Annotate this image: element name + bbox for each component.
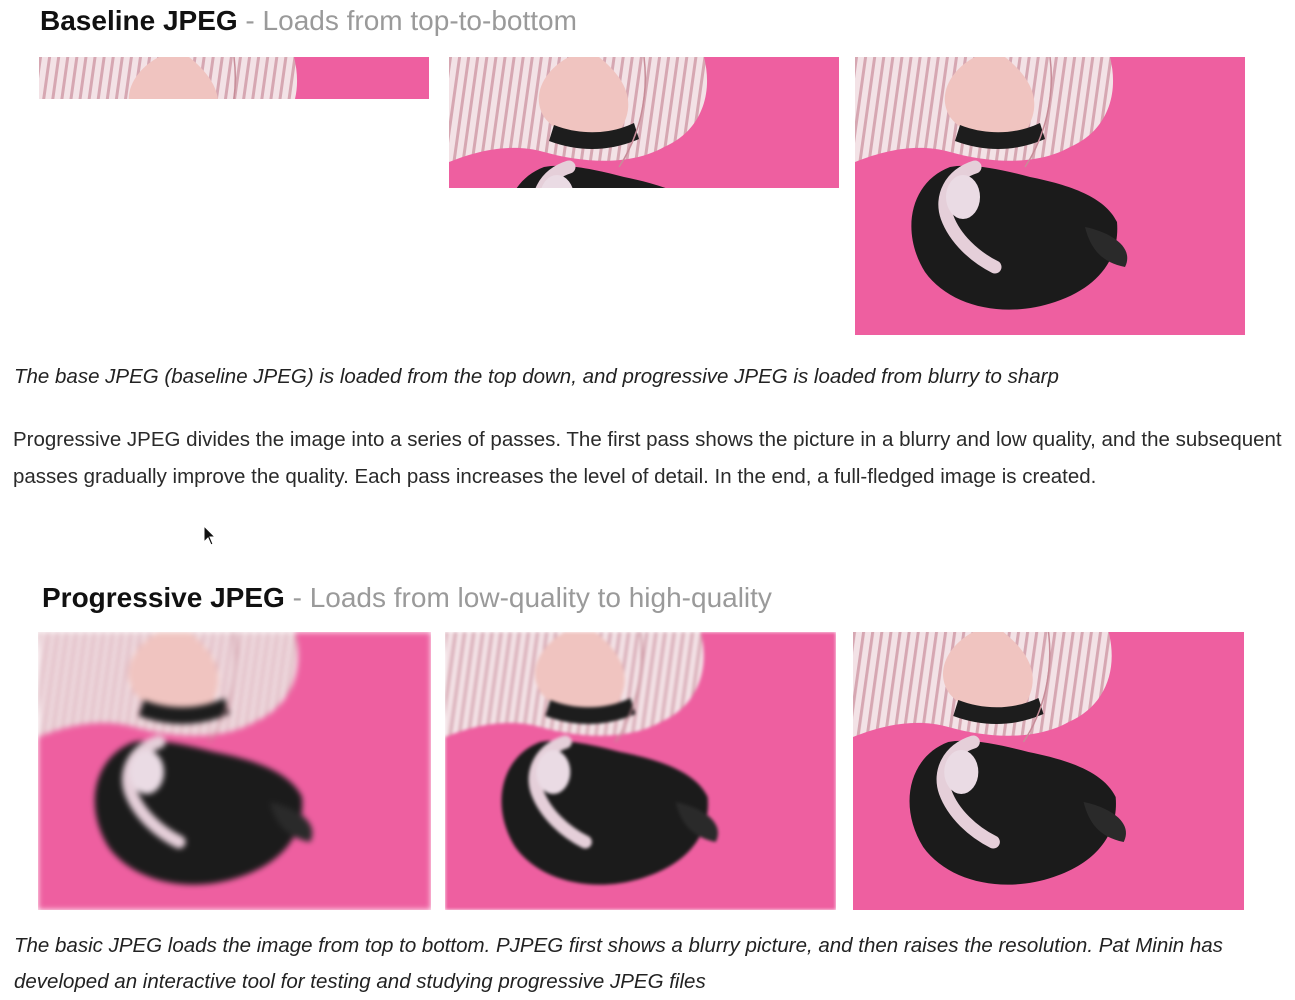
baseline-separator: - <box>237 5 263 36</box>
progressive-separator: - <box>284 582 310 613</box>
baseline-heading: Baseline JPEG - Loads from top-to-bottom <box>40 5 577 37</box>
progressive-pass-1-image <box>38 632 431 910</box>
progressive-pass-2-image <box>445 632 836 910</box>
progressive-pass-3-image <box>853 632 1244 910</box>
progressive-heading: Progressive JPEG - Loads from low-qualit… <box>42 582 772 614</box>
baseline-stage-2-image <box>449 57 839 188</box>
progressive-title: Progressive JPEG <box>42 582 285 613</box>
baseline-stage-3-image <box>855 57 1245 335</box>
baseline-title: Baseline JPEG <box>40 5 238 36</box>
baseline-subtitle: Loads from top-to-bottom <box>262 5 577 36</box>
mouse-cursor-icon <box>203 525 217 546</box>
progressive-explanation-paragraph: Progressive JPEG divides the image into … <box>13 428 1282 488</box>
baseline-stage-1-image <box>39 57 429 99</box>
progressive-caption: The basic JPEG loads the image from top … <box>14 934 1223 993</box>
progressive-subtitle: Loads from low-quality to high-quality <box>309 582 772 613</box>
baseline-caption: The base JPEG (baseline JPEG) is loaded … <box>14 365 1059 388</box>
